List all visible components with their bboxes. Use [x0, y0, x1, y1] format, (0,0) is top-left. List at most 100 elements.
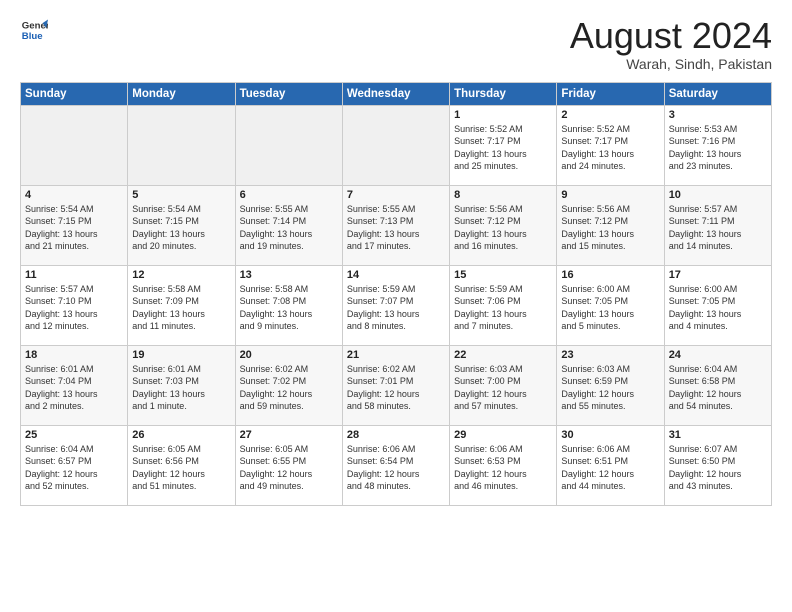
- col-header-thursday: Thursday: [450, 82, 557, 105]
- day-number: 3: [669, 109, 767, 121]
- day-info: Sunrise: 5:52 AM Sunset: 7:17 PM Dayligh…: [561, 123, 659, 173]
- day-cell: 14Sunrise: 5:59 AM Sunset: 7:07 PM Dayli…: [342, 265, 449, 345]
- day-cell: 3 Sunrise: 5:53 AM Sunset: 7:16 PM Daylig…: [664, 105, 771, 185]
- week-row-5: 25 Sunrise: 6:04 AM Sunset: 6:57 PM Dayli…: [21, 425, 772, 505]
- day-number: 11: [25, 269, 123, 281]
- page: General Blue August 2024 Warah, Sindh, P…: [0, 0, 792, 522]
- header-row: SundayMondayTuesdayWednesdayThursdayFrid…: [21, 82, 772, 105]
- day-info: Sunrise: 6:00 AM Sunset: 7:05 PM Dayligh…: [669, 283, 767, 333]
- day-cell: 15 Sunrise: 5:59 AM Sunset: 7:06 PM Dayli…: [450, 265, 557, 345]
- day-info: Sunrise: 6:01 AM Sunset: 7:04 PM Dayligh…: [25, 363, 123, 413]
- day-cell: [128, 105, 235, 185]
- day-number: 17: [669, 269, 767, 281]
- day-cell: [235, 105, 342, 185]
- day-number: 13: [240, 269, 338, 281]
- day-number: 23: [561, 349, 659, 361]
- day-info: Sunrise: 6:06 AM Sunset: 6:51 PM Dayligh…: [561, 443, 659, 493]
- title-block: August 2024 Warah, Sindh, Pakistan: [570, 16, 772, 72]
- day-cell: 7Sunrise: 5:55 AM Sunset: 7:13 PM Daylig…: [342, 185, 449, 265]
- day-cell: 28Sunrise: 6:06 AM Sunset: 6:54 PM Dayli…: [342, 425, 449, 505]
- day-number: 27: [240, 429, 338, 441]
- day-cell: 30 Sunrise: 6:06 AM Sunset: 6:51 PM Dayli…: [557, 425, 664, 505]
- day-cell: 1 Sunrise: 5:52 AM Sunset: 7:17 PM Daylig…: [450, 105, 557, 185]
- day-number: 7: [347, 189, 445, 201]
- day-cell: 21Sunrise: 6:02 AM Sunset: 7:01 PM Dayli…: [342, 345, 449, 425]
- week-row-4: 18Sunrise: 6:01 AM Sunset: 7:04 PM Dayli…: [21, 345, 772, 425]
- logo: General Blue: [20, 16, 48, 44]
- day-cell: 4Sunrise: 5:54 AM Sunset: 7:15 PM Daylig…: [21, 185, 128, 265]
- day-info: Sunrise: 6:04 AM Sunset: 6:57 PM Dayligh…: [25, 443, 123, 493]
- day-number: 28: [347, 429, 445, 441]
- day-info: Sunrise: 5:58 AM Sunset: 7:09 PM Dayligh…: [132, 283, 230, 333]
- day-number: 21: [347, 349, 445, 361]
- col-header-tuesday: Tuesday: [235, 82, 342, 105]
- week-row-2: 4 Sunrise: 5:54 AM Sunset: 7:15 PM Daylig…: [21, 185, 772, 265]
- col-header-friday: Friday: [557, 82, 664, 105]
- day-info: Sunrise: 5:52 AM Sunset: 7:17 PM Dayligh…: [454, 123, 552, 173]
- calendar-table: SundayMondayTuesdayWednesdayThursdayFrid…: [20, 82, 772, 506]
- day-info: Sunrise: 5:53 AM Sunset: 7:16 PM Dayligh…: [669, 123, 767, 173]
- day-info: Sunrise: 5:57 AM Sunset: 7:11 PM Dayligh…: [669, 203, 767, 253]
- day-info: Sunrise: 6:00 AM Sunset: 7:05 PM Dayligh…: [561, 283, 659, 333]
- col-header-saturday: Saturday: [664, 82, 771, 105]
- day-info: Sunrise: 5:56 AM Sunset: 7:12 PM Dayligh…: [454, 203, 552, 253]
- day-info: Sunrise: 6:06 AM Sunset: 6:53 PM Dayligh…: [454, 443, 552, 493]
- day-cell: 25 Sunrise: 6:04 AM Sunset: 6:57 PM Dayli…: [21, 425, 128, 505]
- logo-icon: General Blue: [20, 16, 48, 44]
- day-number: 20: [240, 349, 338, 361]
- day-number: 9: [561, 189, 659, 201]
- day-number: 12: [132, 269, 230, 281]
- svg-text:Blue: Blue: [22, 31, 43, 42]
- day-number: 31: [669, 429, 767, 441]
- day-cell: 27 Sunrise: 6:05 AM Sunset: 6:55 PM Dayli…: [235, 425, 342, 505]
- svg-text:General: General: [22, 20, 48, 31]
- day-number: 2: [561, 109, 659, 121]
- day-info: Sunrise: 5:54 AM Sunset: 7:15 PM Dayligh…: [132, 203, 230, 253]
- day-number: 26: [132, 429, 230, 441]
- day-info: Sunrise: 6:07 AM Sunset: 6:50 PM Dayligh…: [669, 443, 767, 493]
- day-number: 15: [454, 269, 552, 281]
- col-header-wednesday: Wednesday: [342, 82, 449, 105]
- day-cell: 19Sunrise: 6:01 AM Sunset: 7:03 PM Dayli…: [128, 345, 235, 425]
- day-number: 22: [454, 349, 552, 361]
- day-info: Sunrise: 5:58 AM Sunset: 7:08 PM Dayligh…: [240, 283, 338, 333]
- day-number: 24: [669, 349, 767, 361]
- day-cell: 6Sunrise: 5:55 AM Sunset: 7:14 PM Daylig…: [235, 185, 342, 265]
- col-header-monday: Monday: [128, 82, 235, 105]
- day-number: 8: [454, 189, 552, 201]
- day-info: Sunrise: 6:03 AM Sunset: 6:59 PM Dayligh…: [561, 363, 659, 413]
- month-title: August 2024: [570, 16, 772, 56]
- day-info: Sunrise: 5:59 AM Sunset: 7:06 PM Dayligh…: [454, 283, 552, 333]
- header: General Blue August 2024 Warah, Sindh, P…: [20, 16, 772, 72]
- col-header-sunday: Sunday: [21, 82, 128, 105]
- day-cell: 23 Sunrise: 6:03 AM Sunset: 6:59 PM Dayli…: [557, 345, 664, 425]
- day-number: 14: [347, 269, 445, 281]
- day-info: Sunrise: 6:04 AM Sunset: 6:58 PM Dayligh…: [669, 363, 767, 413]
- day-number: 10: [669, 189, 767, 201]
- day-info: Sunrise: 5:56 AM Sunset: 7:12 PM Dayligh…: [561, 203, 659, 253]
- day-cell: [342, 105, 449, 185]
- day-cell: 24 Sunrise: 6:04 AM Sunset: 6:58 PM Dayli…: [664, 345, 771, 425]
- day-number: 1: [454, 109, 552, 121]
- day-info: Sunrise: 6:02 AM Sunset: 7:02 PM Dayligh…: [240, 363, 338, 413]
- day-cell: 8 Sunrise: 5:56 AM Sunset: 7:12 PM Daylig…: [450, 185, 557, 265]
- day-number: 25: [25, 429, 123, 441]
- day-cell: 18Sunrise: 6:01 AM Sunset: 7:04 PM Dayli…: [21, 345, 128, 425]
- week-row-3: 11 Sunrise: 5:57 AM Sunset: 7:10 PM Dayli…: [21, 265, 772, 345]
- day-number: 4: [25, 189, 123, 201]
- day-cell: 5Sunrise: 5:54 AM Sunset: 7:15 PM Daylig…: [128, 185, 235, 265]
- day-number: 16: [561, 269, 659, 281]
- day-number: 30: [561, 429, 659, 441]
- day-info: Sunrise: 5:57 AM Sunset: 7:10 PM Dayligh…: [25, 283, 123, 333]
- day-cell: 20 Sunrise: 6:02 AM Sunset: 7:02 PM Dayli…: [235, 345, 342, 425]
- day-info: Sunrise: 6:05 AM Sunset: 6:55 PM Dayligh…: [240, 443, 338, 493]
- week-row-1: 1 Sunrise: 5:52 AM Sunset: 7:17 PM Daylig…: [21, 105, 772, 185]
- day-cell: 13 Sunrise: 5:58 AM Sunset: 7:08 PM Dayli…: [235, 265, 342, 345]
- day-cell: 29Sunrise: 6:06 AM Sunset: 6:53 PM Dayli…: [450, 425, 557, 505]
- day-info: Sunrise: 6:05 AM Sunset: 6:56 PM Dayligh…: [132, 443, 230, 493]
- day-number: 6: [240, 189, 338, 201]
- day-info: Sunrise: 6:03 AM Sunset: 7:00 PM Dayligh…: [454, 363, 552, 413]
- day-info: Sunrise: 6:01 AM Sunset: 7:03 PM Dayligh…: [132, 363, 230, 413]
- day-cell: 12 Sunrise: 5:58 AM Sunset: 7:09 PM Dayli…: [128, 265, 235, 345]
- day-cell: 17 Sunrise: 6:00 AM Sunset: 7:05 PM Dayli…: [664, 265, 771, 345]
